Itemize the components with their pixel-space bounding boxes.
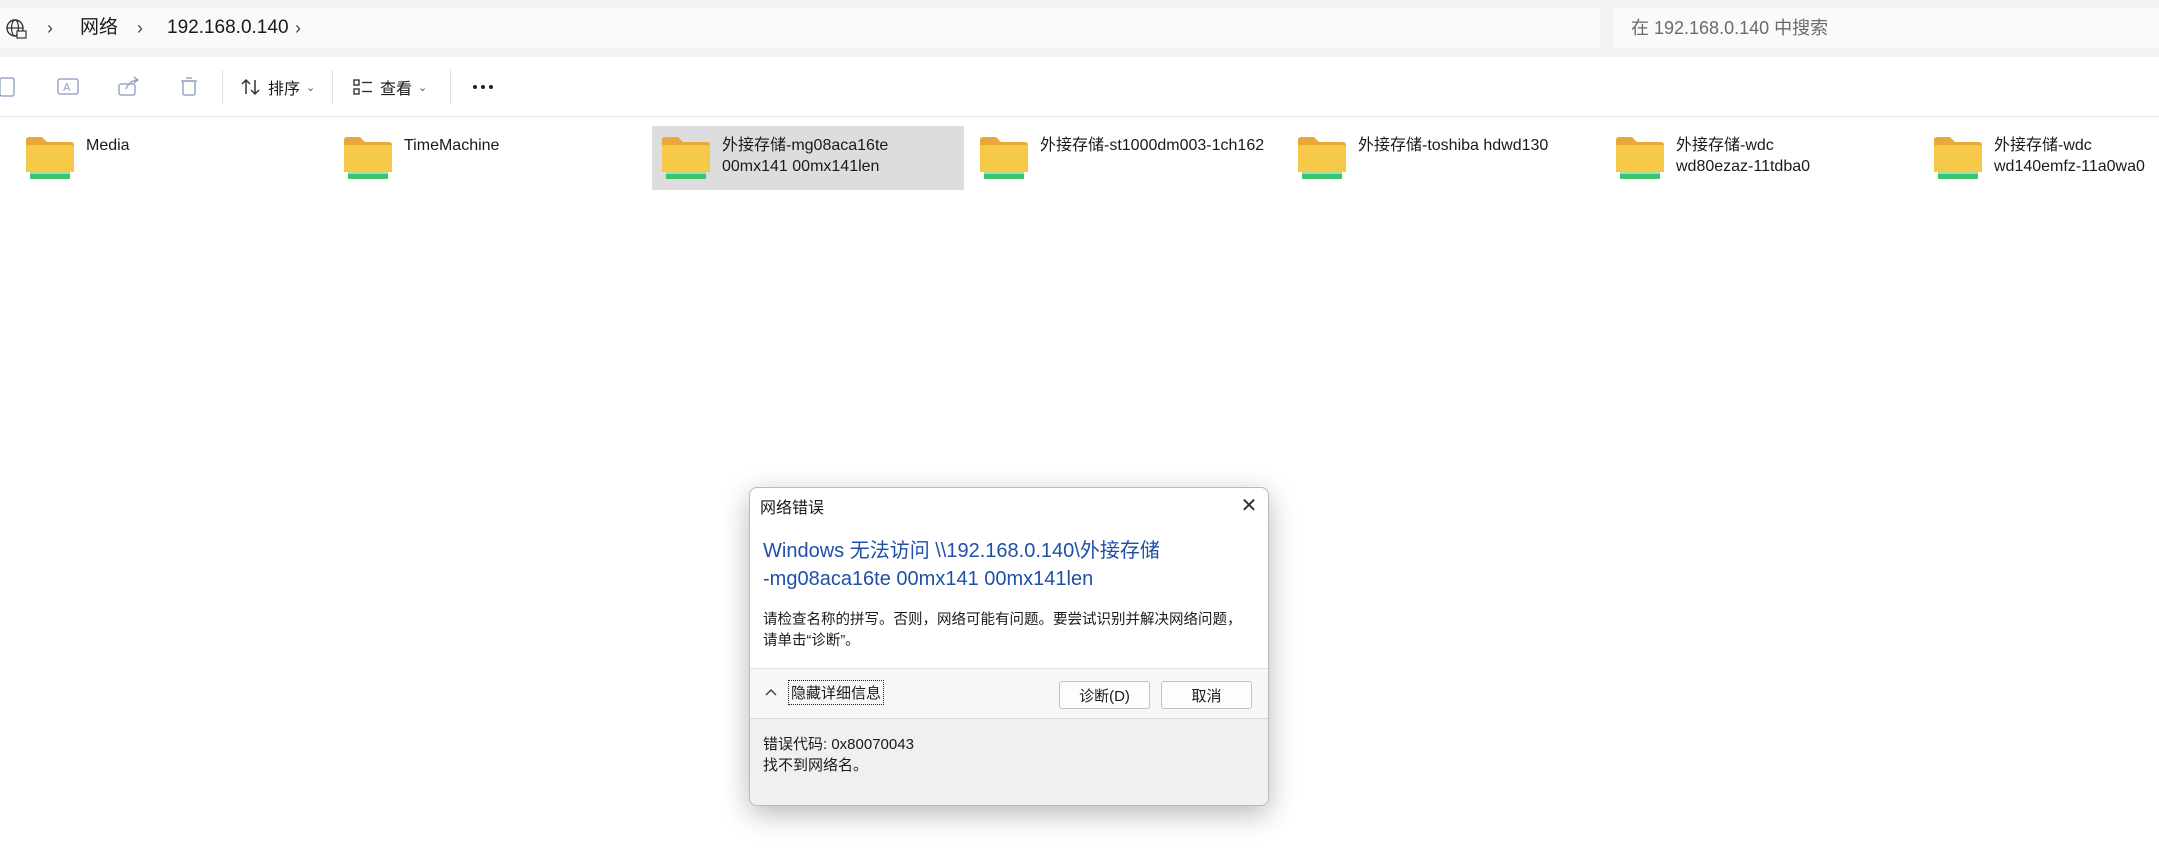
chevron-right-icon[interactable]: › — [47, 8, 53, 48]
folder-item[interactable]: 外接存储-st1000dm003-1ch162 — [970, 126, 1282, 190]
share-icon[interactable] — [114, 72, 144, 102]
breadcrumb-host[interactable]: 192.168.0.140 — [167, 8, 289, 48]
network-share-folder-icon — [22, 132, 78, 184]
folder-item[interactable]: Media — [16, 126, 328, 190]
network-error-dialog: 网络错误 ✕ Windows 无法访问 \\192.168.0.140\外接存储… — [749, 487, 1269, 806]
delete-icon[interactable] — [174, 72, 204, 102]
toolbar-divider — [450, 70, 451, 104]
hide-details-toggle[interactable]: 隐藏详细信息 — [764, 680, 885, 705]
more-options-button[interactable] — [468, 68, 498, 106]
cancel-button[interactable]: 取消 — [1161, 681, 1252, 709]
folder-name: 外接存储-st1000dm003-1ch162 — [1040, 137, 1265, 154]
view-icon — [352, 76, 374, 98]
folder-item[interactable]: 外接存储-wdc wd140emfz-11a0wa0 — [1924, 126, 2159, 190]
error-details: 错误代码: 0x80070043 找不到网络名。 — [750, 719, 1268, 805]
network-globe-icon[interactable] — [5, 18, 27, 40]
network-share-folder-icon — [658, 132, 714, 184]
folder-name: Media — [86, 137, 130, 154]
chevron-down-icon: ⌄ — [306, 81, 316, 94]
address-row: › 网络 › 192.168.0.140 › 在 192.168.0.140 中… — [0, 0, 2159, 57]
folder-item[interactable]: TimeMachine — [334, 126, 646, 190]
chevron-up-icon — [764, 684, 778, 701]
dialog-message: 请检查名称的拼写。否则，网络可能有问题。要尝试识别并解决网络问题，请单击“诊断”… — [763, 612, 1242, 649]
sort-label: 排序 — [268, 81, 301, 98]
folder-name: 外接存储-wdc wd80ezaz-11tdba0 — [1676, 137, 1811, 175]
folder-name: TimeMachine — [404, 137, 500, 154]
dialog-actions: 隐藏详细信息 诊断(D) 取消 — [750, 669, 1268, 718]
search-input[interactable]: 在 192.168.0.140 中搜索 — [1613, 8, 2159, 48]
error-code: 错误代码: 0x80070043 — [763, 736, 914, 753]
folder-name: 外接存储-wdc wd140emfz-11a0wa0 — [1994, 137, 2145, 175]
diagnose-button[interactable]: 诊断(D) — [1059, 681, 1150, 709]
folder-name: 外接存储-toshiba hdwd130 — [1358, 137, 1549, 154]
network-share-folder-icon — [1294, 132, 1350, 184]
folder-item[interactable]: 外接存储-wdc wd80ezaz-11tdba0 — [1606, 126, 1918, 190]
toolbar-divider — [222, 70, 223, 104]
network-share-folder-icon — [340, 132, 396, 184]
sort-icon — [240, 76, 262, 98]
dialog-title: 网络错误 — [760, 500, 825, 517]
chevron-down-icon: ⌄ — [418, 81, 428, 94]
folder-item-selected[interactable]: 外接存储-mg08aca16te 00mx141 00mx141len — [652, 126, 964, 190]
toolbar-divider — [332, 70, 333, 104]
close-icon[interactable]: ✕ — [1236, 492, 1262, 518]
view-button[interactable]: 查看 ⌄ — [352, 68, 427, 106]
ellipsis-icon — [472, 78, 494, 96]
command-bar: A 排序 ⌄ 查看 ⌄ — [0, 58, 2159, 117]
svg-text:A: A — [63, 81, 71, 94]
chevron-right-icon[interactable]: › — [295, 8, 301, 48]
rename-icon[interactable]: A — [53, 72, 83, 102]
chevron-right-icon[interactable]: › — [137, 8, 143, 48]
breadcrumb-network[interactable]: 网络 — [80, 8, 118, 48]
network-share-folder-icon — [976, 132, 1032, 184]
search-placeholder: 在 192.168.0.140 中搜索 — [1631, 18, 1829, 38]
folder-item[interactable]: 外接存储-toshiba hdwd130 — [1288, 126, 1600, 190]
view-label: 查看 — [380, 81, 413, 98]
hide-details-label: 隐藏详细信息 — [788, 680, 885, 705]
network-share-folder-icon — [1930, 132, 1986, 184]
dialog-heading: Windows 无法访问 \\192.168.0.140\外接存储 -mg08a… — [763, 540, 1160, 590]
address-bar[interactable]: › 网络 › 192.168.0.140 › — [0, 8, 1600, 48]
sort-button[interactable]: 排序 ⌄ — [240, 68, 315, 106]
error-description: 找不到网络名。 — [763, 757, 869, 774]
network-share-folder-icon — [1612, 132, 1668, 184]
paste-icon[interactable] — [0, 72, 24, 102]
folder-name: 外接存储-mg08aca16te 00mx141 00mx141len — [722, 137, 889, 175]
